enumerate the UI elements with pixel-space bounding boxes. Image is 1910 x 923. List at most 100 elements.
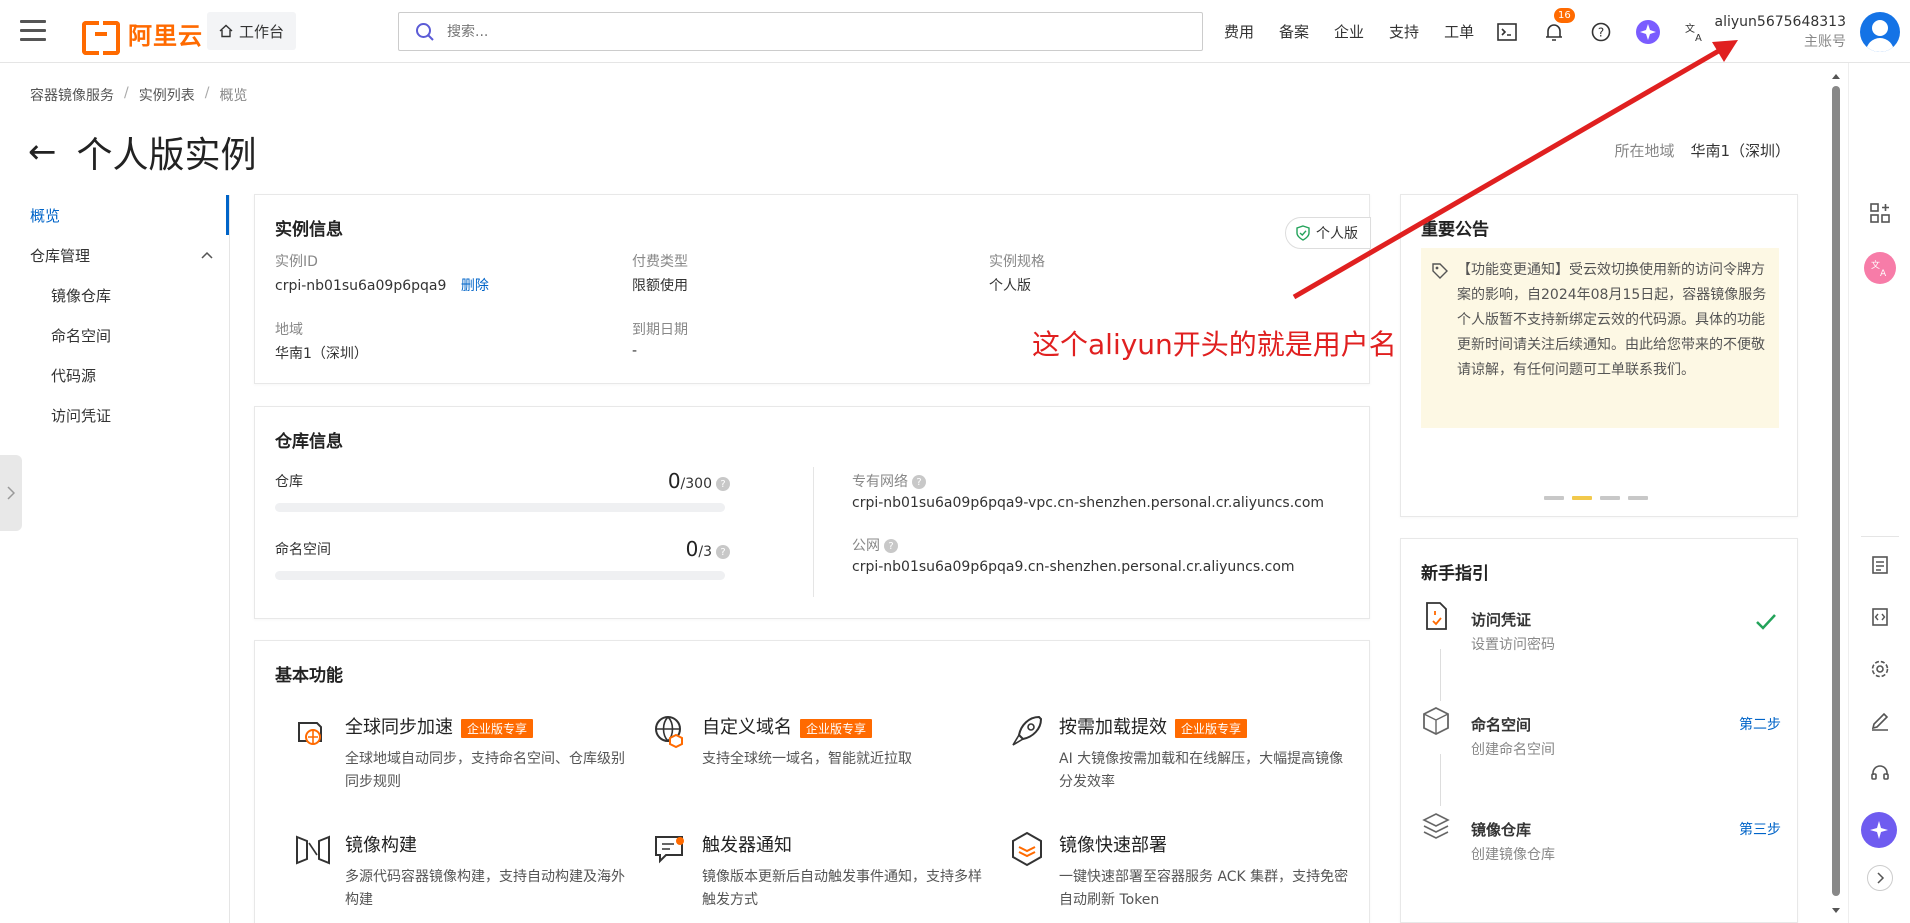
guide-card: 新手指引 访问凭证 设置访问密码 命名空间 创建命名空间 第二步 镜像仓库 创建…: [1400, 538, 1798, 923]
avatar[interactable]: [1860, 12, 1900, 52]
nav-link-fees[interactable]: 费用: [1224, 21, 1254, 42]
feature-desc: 支持全球统一域名，智能就近拉取: [702, 751, 912, 767]
custom-domain-icon: [655, 716, 683, 749]
pay-type-label: 付费类型: [632, 254, 688, 270]
scroll-up-icon[interactable]: [1831, 72, 1841, 80]
scrollbar[interactable]: [1830, 72, 1840, 922]
breadcrumb-item-service[interactable]: 容器镜像服务: [30, 85, 114, 105]
card-title: 重要公告: [1421, 220, 1489, 240]
deploy-icon: [1012, 831, 1042, 867]
search-input[interactable]: [447, 23, 1147, 40]
nav-item-access-credential[interactable]: 访问凭证: [0, 395, 229, 435]
workbench-button[interactable]: 工作台: [207, 12, 297, 50]
layers-icon: [1422, 813, 1450, 839]
breadcrumb: 容器镜像服务 / 实例列表 / 概览: [30, 85, 247, 105]
announcement-notice[interactable]: 【功能变更通知】受云效切换使用新的访问令牌方案的影响，自2024年08月15日起…: [1421, 248, 1779, 428]
vpc-label: 专有网络: [852, 474, 908, 490]
step-name: 命名空间: [1471, 716, 1532, 734]
headset-icon[interactable]: [1867, 760, 1893, 786]
nav-item-namespace[interactable]: 命名空间: [0, 315, 229, 355]
translate-icon[interactable]: 文A: [1683, 20, 1707, 44]
step-link[interactable]: 第三步: [1739, 819, 1781, 839]
nav-item-overview[interactable]: 概览: [0, 195, 229, 235]
nav-item-label: 仓库管理: [30, 246, 91, 265]
edit-icon[interactable]: [1867, 708, 1893, 734]
nav-link-ticket[interactable]: 工单: [1444, 21, 1474, 42]
settings-icon[interactable]: [1867, 656, 1893, 682]
notes-icon[interactable]: [1867, 552, 1893, 578]
breadcrumb-item-instances[interactable]: 实例列表: [139, 85, 195, 105]
help-icon[interactable]: ?: [716, 477, 730, 491]
page-title: 个人版实例: [76, 135, 257, 176]
user-info[interactable]: aliyun5675648313 主账号: [1715, 12, 1846, 52]
global-sync-icon: [298, 722, 322, 745]
apps-icon[interactable]: [1867, 200, 1893, 226]
feature-name: 按需加载提效 企业版专享: [1059, 713, 1248, 739]
ai-assistant-icon[interactable]: [1636, 19, 1660, 44]
document-icon: [1426, 602, 1447, 630]
svg-text:A: A: [1880, 269, 1887, 278]
expand-handle[interactable]: [0, 455, 22, 531]
translate-float-icon[interactable]: 文A: [1864, 252, 1896, 284]
terminal-icon[interactable]: [1495, 20, 1519, 44]
namespace-count-label: 命名空间: [275, 542, 331, 558]
help-icon[interactable]: ?: [716, 545, 730, 559]
nav-group-repo-management[interactable]: 仓库管理: [0, 235, 229, 275]
collapse-rail-icon[interactable]: [1867, 865, 1893, 891]
search-icon: [416, 22, 434, 41]
chevron-up-icon: [201, 251, 213, 259]
delete-link[interactable]: 删除: [461, 278, 489, 294]
svg-text:文: 文: [1685, 22, 1695, 35]
repo-count: 0/300?: [660, 469, 730, 493]
nav-link-filing[interactable]: 备案: [1279, 21, 1309, 42]
nav-item-label: 概览: [30, 206, 61, 225]
logo-text: 阿里云: [128, 22, 203, 50]
feature-desc: 一键快速部署至容器服务 ACK 集群，支持免密自动刷新 Token: [1059, 869, 1349, 908]
annotation-text: 这个aliyun开头的就是用户名: [1032, 328, 1397, 361]
region-value[interactable]: 华南1（深圳）: [1690, 142, 1790, 160]
card-title: 基本功能: [275, 666, 343, 686]
help-icon[interactable]: ?: [1589, 20, 1613, 44]
nav-item-image-repo[interactable]: 镜像仓库: [0, 275, 229, 315]
menu-icon[interactable]: [20, 20, 46, 42]
divider: [813, 467, 814, 597]
vpc-endpoint[interactable]: crpi-nb01su6a09p6pqa9-vpc.cn-shenzhen.pe…: [852, 495, 1324, 511]
scroll-down-icon[interactable]: [1831, 907, 1841, 915]
card-title: 实例信息: [275, 220, 343, 240]
nav-link-support[interactable]: 支持: [1389, 21, 1419, 42]
logo-mark-icon: [82, 20, 120, 55]
enterprise-tag: 企业版专享: [1175, 718, 1248, 738]
step-connector: [1440, 754, 1441, 806]
svg-text:?: ?: [1598, 25, 1604, 39]
feature-name: 镜像快速部署: [1059, 835, 1167, 856]
nav-item-code-source[interactable]: 代码源: [0, 355, 229, 395]
spec-label: 实例规格: [989, 254, 1045, 270]
bell-icon[interactable]: 16: [1542, 7, 1575, 44]
namespace-count-limit: /3: [698, 544, 712, 560]
svg-text:A: A: [1695, 33, 1702, 43]
announcement-card: 重要公告 【功能变更通知】受云效切换使用新的访问令牌方案的影响，自2024年08…: [1400, 194, 1798, 517]
aliyun-logo[interactable]: 阿里云: [82, 16, 203, 55]
card-title: 仓库信息: [275, 432, 343, 452]
nav-link-enterprise[interactable]: 企业: [1334, 21, 1364, 42]
help-icon[interactable]: ?: [912, 475, 926, 489]
step-link[interactable]: 第二步: [1739, 714, 1781, 734]
help-icon[interactable]: ?: [884, 539, 898, 553]
ai-float-icon[interactable]: [1861, 812, 1897, 848]
code-icon[interactable]: [1867, 604, 1893, 630]
image-build-icon: [296, 835, 330, 865]
repo-usage-bar: [275, 503, 725, 512]
scrollbar-thumb[interactable]: [1832, 86, 1840, 896]
public-endpoint[interactable]: crpi-nb01su6a09p6pqa9.cn-shenzhen.person…: [852, 559, 1295, 575]
back-arrow-icon[interactable]: ←: [28, 135, 57, 169]
feature-name: 触发器通知: [702, 835, 792, 856]
notification-badge: 16: [1554, 7, 1575, 23]
search-box[interactable]: [398, 12, 1203, 51]
top-nav-links: 费用 备案 企业 支持 工单: [1224, 0, 1499, 63]
personal-edition-badge: 个人版: [1285, 217, 1371, 249]
workbench-label: 工作台: [239, 22, 285, 41]
check-icon: [1756, 614, 1776, 630]
carousel-dots[interactable]: [1544, 496, 1648, 500]
nav-item-label: 镜像仓库: [51, 286, 112, 305]
vpc-label-row: 专有网络?: [852, 471, 926, 491]
